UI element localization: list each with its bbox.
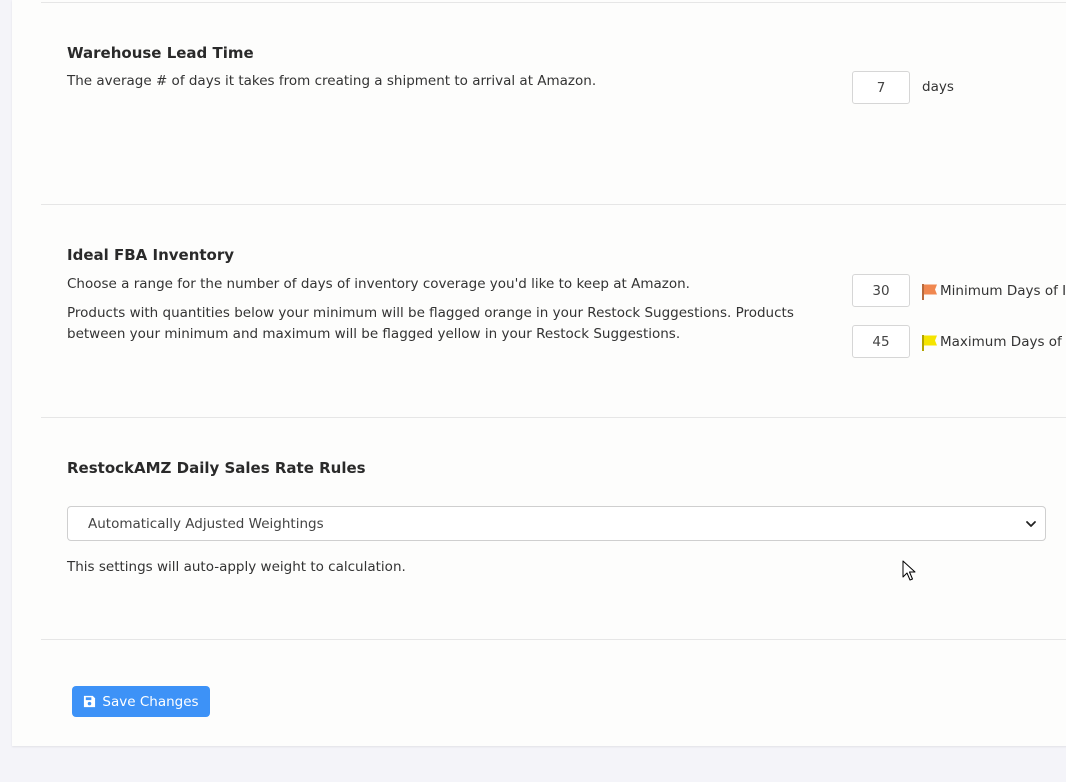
lead-time-title: Warehouse Lead Time	[67, 44, 254, 62]
ideal-inventory-flag-explanation: Products with quantities below your mini…	[67, 305, 794, 342]
maximum-days-text: Maximum Days of	[940, 334, 1062, 350]
floppy-disk-icon	[83, 695, 96, 708]
ideal-inventory-title: Ideal FBA Inventory	[67, 246, 235, 264]
minimum-days-input[interactable]	[852, 274, 910, 307]
sales-rate-select[interactable]: Automatically Adjusted Weightings	[67, 506, 1046, 541]
ideal-inventory-description: Choose a range for the number of days of…	[67, 276, 690, 292]
maximum-days-input[interactable]	[852, 325, 910, 358]
lead-time-description: The average # of days it takes from crea…	[67, 73, 597, 89]
orange-flag-icon	[921, 283, 938, 300]
minimum-days-text: Minimum Days of I	[940, 283, 1066, 299]
divider	[41, 417, 1066, 418]
maximum-days-label: Maximum Days of	[921, 332, 1062, 352]
mouse-cursor-icon	[902, 560, 916, 582]
divider	[41, 639, 1066, 640]
save-changes-button[interactable]: Save Changes	[72, 686, 210, 717]
lead-time-input[interactable]	[852, 71, 910, 104]
sales-rate-selected-option: Automatically Adjusted Weightings	[88, 515, 324, 532]
chevron-down-icon	[1025, 518, 1037, 530]
sales-rate-help-text: This settings will auto-apply weight to …	[67, 559, 406, 575]
divider	[41, 2, 1066, 3]
lead-time-unit: days	[922, 79, 954, 95]
settings-card: Warehouse Lead Time The average # of day…	[12, 0, 1066, 746]
yellow-flag-icon	[921, 334, 938, 351]
save-changes-label: Save Changes	[102, 693, 199, 710]
minimum-days-label: Minimum Days of I	[921, 281, 1066, 301]
divider	[41, 204, 1066, 205]
sales-rate-title: RestockAMZ Daily Sales Rate Rules	[67, 459, 366, 477]
